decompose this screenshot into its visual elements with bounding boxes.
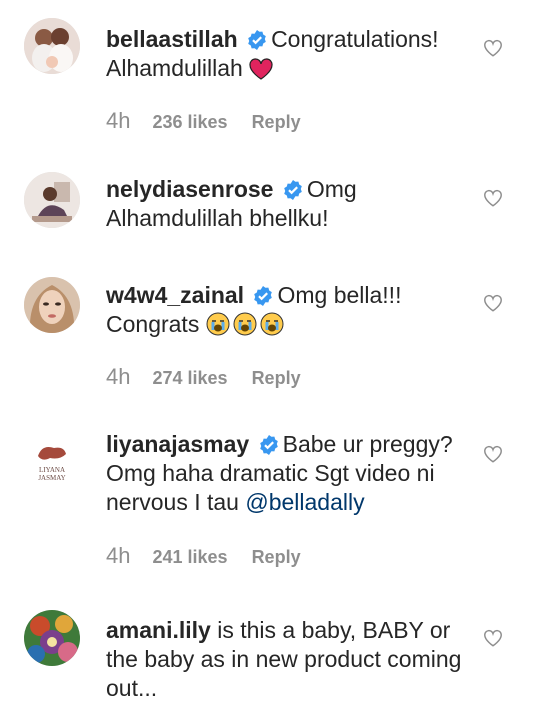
avatar[interactable] <box>24 18 80 74</box>
crying-face-emoji <box>206 312 230 336</box>
comment-meta: 4h 274 likes Reply <box>106 364 301 390</box>
comment-item: LIYANA JASMAY liyanajasmay Babe ur pregg… <box>0 420 545 600</box>
username[interactable]: liyanajasmay <box>106 431 249 457</box>
svg-text:LIYANA: LIYANA <box>39 466 65 474</box>
timestamp: 4h <box>106 543 131 568</box>
avatar[interactable] <box>24 610 80 666</box>
username[interactable]: bellaastillah <box>106 26 238 52</box>
username[interactable]: w4w4_zainal <box>106 282 244 308</box>
avatar[interactable] <box>24 277 80 333</box>
brand-logo: LIYANA JASMAY <box>24 434 80 490</box>
reply-button[interactable]: Reply <box>252 547 301 567</box>
comment-body: nelydiasenrose Omg Alhamdulillah bhellku… <box>106 175 486 233</box>
heart-outline-icon[interactable] <box>482 443 504 465</box>
comment-body: w4w4_zainal Omg bella!!! Congrats <box>106 281 486 339</box>
likes-count[interactable]: 274 likes <box>152 368 227 388</box>
reply-button[interactable]: Reply <box>252 368 301 388</box>
likes-count[interactable]: 236 likes <box>152 112 227 132</box>
verified-badge-icon <box>248 30 266 50</box>
comment-body: amani.lily is this a baby, BABY or the b… <box>106 616 486 703</box>
crying-face-emoji <box>233 312 257 336</box>
heart-outline-icon[interactable] <box>482 292 504 314</box>
comment-item: nelydiasenrose Omg Alhamdulillah bhellku… <box>0 150 545 265</box>
comment-meta: 4h 236 likes Reply <box>106 108 301 134</box>
comment-item: w4w4_zainal Omg bella!!! Congrats 4h 274 … <box>0 265 545 420</box>
verified-badge-icon <box>259 435 278 455</box>
mention-link[interactable]: @belladally <box>245 489 364 515</box>
comment-body: liyanajasmay Babe ur preggy? Omg haha dr… <box>106 430 486 517</box>
verified-badge-icon <box>284 180 302 200</box>
crying-face-emoji <box>260 312 284 336</box>
likes-count[interactable]: 241 likes <box>152 547 227 567</box>
comment-body: bellaastillah Congratulations! Alhamduli… <box>106 25 486 83</box>
timestamp: 4h <box>106 364 131 389</box>
verified-badge-icon <box>254 286 273 306</box>
reply-button[interactable]: Reply <box>252 112 301 132</box>
heart-outline-icon[interactable] <box>482 37 504 59</box>
username[interactable]: amani.lily <box>106 617 211 643</box>
heart-outline-icon[interactable] <box>482 187 504 209</box>
svg-text:JASMAY: JASMAY <box>38 474 65 482</box>
heart-outline-icon[interactable] <box>482 627 504 649</box>
timestamp: 4h <box>106 108 131 133</box>
comment-item: amani.lily is this a baby, BABY or the b… <box>0 600 545 707</box>
avatar[interactable] <box>24 172 80 228</box>
red-heart-emoji <box>249 58 273 80</box>
username[interactable]: nelydiasenrose <box>106 176 273 202</box>
comment-meta: 4h 241 likes Reply <box>106 543 301 569</box>
avatar[interactable]: LIYANA JASMAY <box>24 434 80 490</box>
comment-item: bellaastillah Congratulations! Alhamduli… <box>0 0 545 150</box>
